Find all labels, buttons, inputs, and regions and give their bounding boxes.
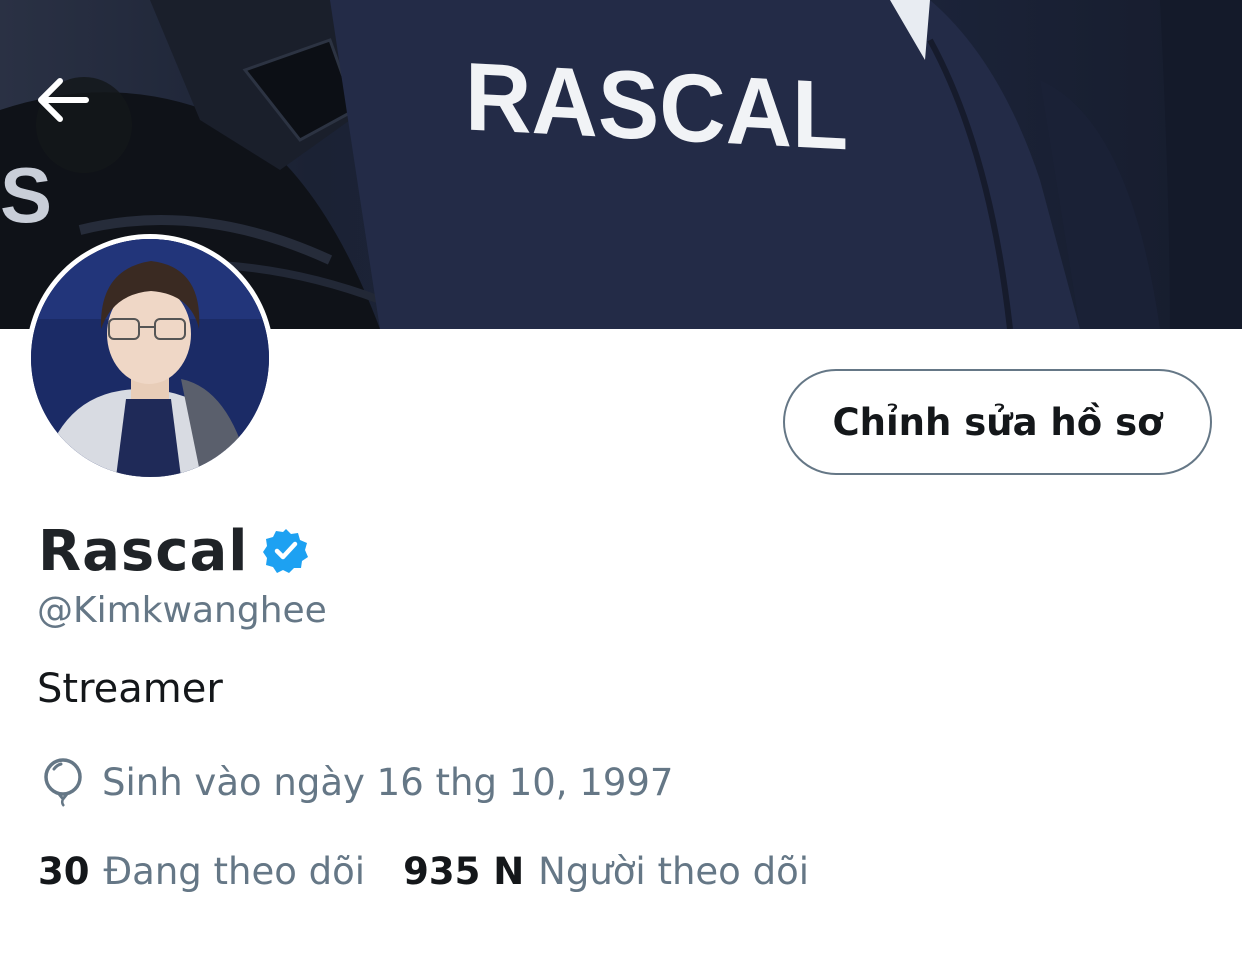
display-name: Rascal (38, 518, 249, 584)
followers-link[interactable]: 935 N Người theo dõi (403, 850, 809, 893)
following-label: Đang theo dõi (103, 849, 366, 893)
following-count: 30 (38, 849, 90, 893)
svg-text:RASCAL: RASCAL (465, 43, 848, 171)
profile-bio: Streamer (37, 666, 223, 712)
display-name-row: Rascal (38, 516, 310, 586)
following-link[interactable]: 30 Đang theo dõi (38, 850, 365, 893)
follow-stats: 30 Đang theo dõi 935 N Người theo dõi (38, 843, 809, 899)
balloon-icon (44, 758, 82, 807)
avatar-image (31, 239, 269, 477)
arrow-left-icon (38, 78, 89, 122)
profile-handle: @Kimkwanghee (37, 590, 327, 631)
svg-text:S: S (0, 151, 52, 239)
verified-badge-icon (263, 529, 309, 573)
edit-profile-button[interactable]: Chỉnh sửa hồ sơ (783, 369, 1212, 475)
back-button[interactable] (36, 77, 132, 173)
profile-avatar[interactable] (26, 234, 274, 482)
followers-count: 935 N (403, 849, 525, 893)
birthday-row: Sinh vào ngày 16 thg 10, 1997 (40, 756, 673, 808)
followers-label: Người theo dõi (538, 849, 809, 893)
birthday-text: Sinh vào ngày 16 thg 10, 1997 (102, 760, 674, 804)
